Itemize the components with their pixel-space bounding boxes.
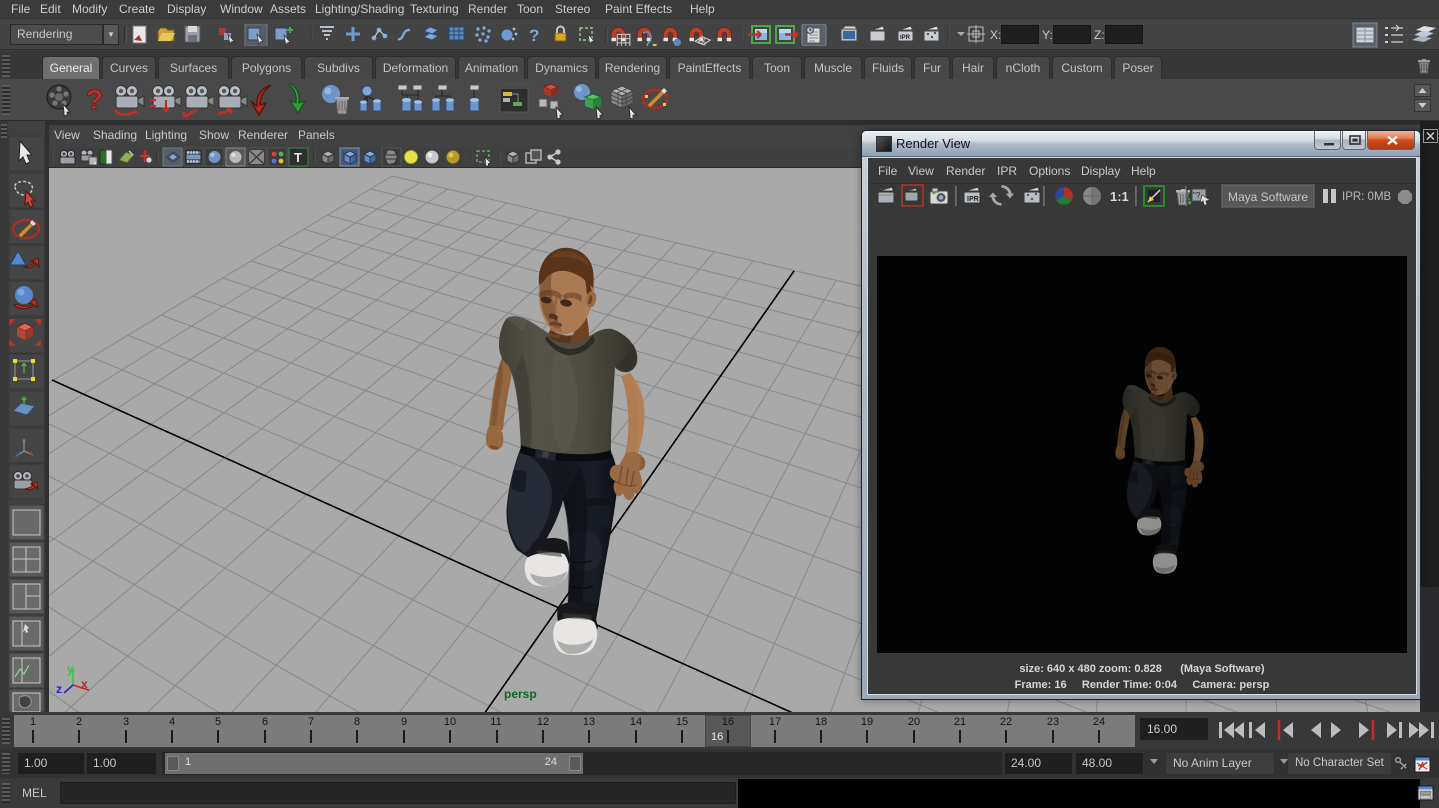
svg-text:T: T <box>294 150 302 165</box>
svg-text:"?: "? <box>1193 191 1201 200</box>
svg-text:x: x <box>81 677 88 691</box>
svg-text:IPR: IPR <box>967 196 979 203</box>
svg-text:z: z <box>56 682 62 696</box>
svg-text:?: ? <box>529 26 539 45</box>
svg-text:?: ? <box>86 84 103 115</box>
svg-text:IPR: IPR <box>900 35 911 41</box>
svg-text:y: y <box>67 662 74 676</box>
svg-text:Maya Software: Maya Software <box>1228 190 1308 204</box>
svg-text:1:1: 1:1 <box>1110 189 1129 204</box>
